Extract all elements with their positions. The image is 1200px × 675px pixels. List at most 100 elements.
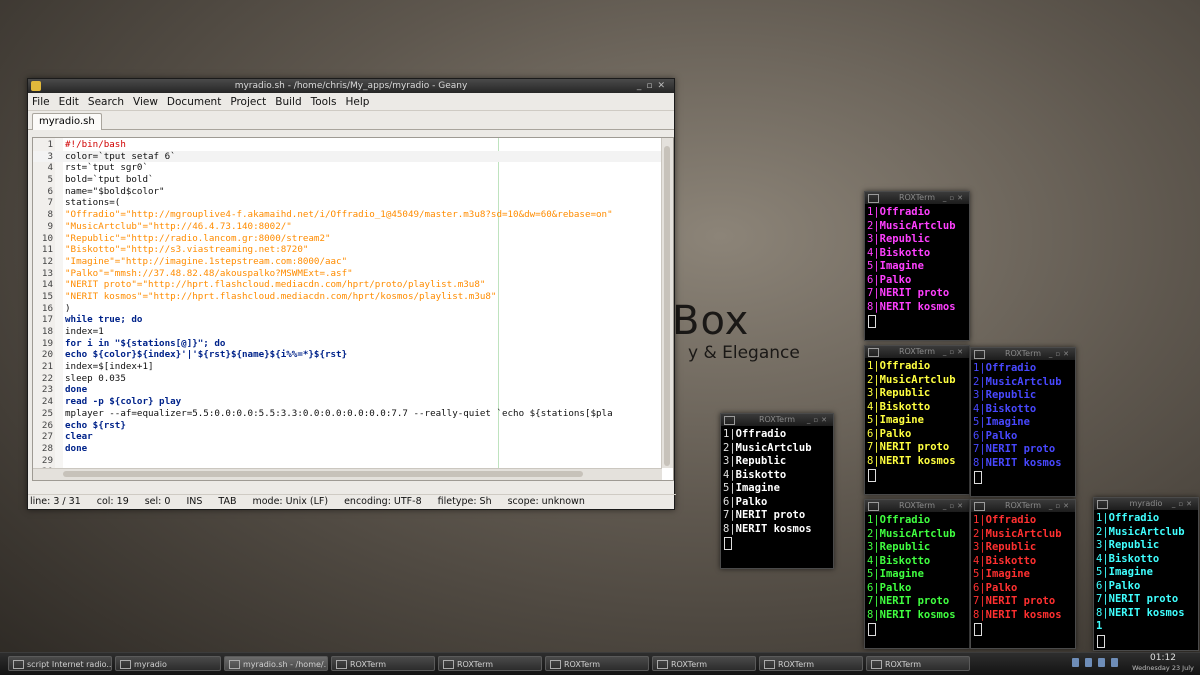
task-item-roxterm-5[interactable]: ROXTerm	[759, 656, 863, 671]
terminal-output[interactable]: 1|Offradio 2|MusicArtclub 3|Republic 4|Bisk…	[971, 360, 1075, 484]
code-line[interactable]: 27 clear	[33, 431, 673, 443]
terminal-cursor	[974, 623, 982, 636]
task-item-roxterm-3[interactable]: ROXTerm	[545, 656, 649, 671]
code-line[interactable]: 26 echo ${rst}	[33, 420, 673, 432]
menu-file[interactable]: File	[32, 96, 50, 108]
tab-myradio[interactable]: myradio.sh	[32, 113, 102, 130]
terminal-titlebar[interactable]: ROXTerm _▫✕	[865, 346, 969, 358]
code-line[interactable]: 11 "Biskotto"="http://s3.viastreaming.net…	[33, 244, 673, 256]
code-line[interactable]: 14 "NERIT proto"="http://hprt.flashcloud.…	[33, 279, 673, 291]
terminal-titlebar[interactable]: ROXTerm _▫✕	[865, 192, 969, 204]
code-line[interactable]: 16)	[33, 303, 673, 315]
terminal-titlebar[interactable]: ROXTerm _▫✕	[971, 500, 1075, 512]
menu-search[interactable]: Search	[88, 96, 124, 108]
menu-project[interactable]: Project	[230, 96, 266, 108]
window-controls[interactable]: _▫✕	[943, 500, 966, 512]
code-line[interactable]: 3 color=`tput setaf 6`	[33, 150, 673, 163]
horizontal-scrollbar[interactable]	[33, 468, 662, 480]
code-line[interactable]: 5 bold=`tput bold`	[33, 174, 673, 186]
task-item-roxterm-4[interactable]: ROXTerm	[652, 656, 756, 671]
station-entry: 1|Offradio	[973, 514, 1073, 528]
line-number: 21	[41, 361, 53, 373]
clock[interactable]: 01:12 Wednesday 23 July	[1132, 653, 1194, 673]
code-line[interactable]: 24 read -p ${color} play	[33, 396, 673, 408]
terminal-titlebar[interactable]: ROXTerm _▫✕	[971, 348, 1075, 360]
code-line[interactable]: 28 done	[33, 443, 673, 455]
terminal-titlebar[interactable]: ROXTerm _▫✕	[721, 414, 833, 426]
terminal-output[interactable]: 1|Offradio 2|MusicArtclub 3|Republic 4|Bisk…	[865, 204, 969, 328]
task-item-roxterm-2[interactable]: ROXTerm	[438, 656, 542, 671]
code-text: bold=`tput bold`	[65, 174, 154, 186]
terminal-window-magenta[interactable]: ROXTerm _▫✕ 1|Offradio 2|MusicArtclub 3|Repu…	[864, 191, 970, 341]
terminal-window-white[interactable]: ROXTerm _▫✕ 1|Offradio 2|MusicArtclub 3|Repu…	[720, 413, 834, 569]
terminal-output[interactable]: 1|Offradio 2|MusicArtclub 3|Republic 4|Bisk…	[971, 512, 1075, 636]
window-controls[interactable]: _▫✕	[1049, 348, 1072, 360]
terminal-window-red[interactable]: ROXTerm _▫✕ 1|Offradio 2|MusicArtclub 3|Repu…	[970, 499, 1076, 649]
task-item-roxterm-6[interactable]: ROXTerm	[866, 656, 970, 671]
terminal-window-yellow[interactable]: ROXTerm _▫✕ 1|Offradio 2|MusicArtclub 3|Repu…	[864, 345, 970, 495]
terminal-window-green[interactable]: ROXTerm _▫✕ 1|Offradio 2|MusicArtclub 3|Repu…	[864, 499, 970, 649]
volume-icon[interactable]	[1111, 658, 1118, 667]
code-line[interactable]: 21 index=$[index+1]	[33, 361, 673, 373]
task-item-internet-radio[interactable]: script Internet radio...	[8, 656, 112, 671]
scroll-thumb[interactable]	[664, 146, 670, 466]
bluetooth-icon[interactable]	[1085, 658, 1092, 667]
task-item-geany[interactable]: myradio.sh - /home/...	[224, 656, 328, 671]
window-controls[interactable]: _▫✕	[637, 79, 670, 93]
terminal-window-blue[interactable]: ROXTerm _▫✕ 1|Offradio 2|MusicArtclub 3|Repu…	[970, 347, 1076, 497]
task-item-roxterm-1[interactable]: ROXTerm	[331, 656, 435, 671]
code-line[interactable]: 7 stations=(	[33, 197, 673, 209]
vertical-scrollbar[interactable]	[661, 138, 673, 468]
task-label: ROXTerm	[350, 660, 387, 669]
code-line[interactable]: 25 mplayer --af=equalizer=5.5:0.0:0.0:5.5…	[33, 408, 673, 420]
code-line[interactable]: 9 "MusicArtclub"="http://46.4.73.140:8002…	[33, 221, 673, 233]
network-icon[interactable]	[1072, 658, 1079, 667]
code-line[interactable]: 18 index=1	[33, 326, 673, 338]
window-controls[interactable]: _▫✕	[943, 346, 966, 358]
window-controls[interactable]: _▫✕	[943, 192, 966, 204]
code-line[interactable]: 22 sleep 0.035	[33, 373, 673, 385]
menu-document[interactable]: Document	[167, 96, 221, 108]
menu-tools[interactable]: Tools	[311, 96, 337, 108]
code-line[interactable]: 1 #!/bin/bash	[33, 139, 673, 151]
terminal-output[interactable]: 1|Offradio 2|MusicArtclub 3|Republic 4|Bisk…	[1094, 510, 1198, 648]
scroll-thumb[interactable]	[63, 471, 583, 477]
menu-edit[interactable]: Edit	[59, 96, 79, 108]
menu-view[interactable]: View	[133, 96, 158, 108]
terminal-titlebar[interactable]: ROXTerm _▫✕	[865, 500, 969, 512]
geany-window[interactable]: myradio.sh - /home/chris/My_apps/myradio…	[27, 78, 676, 510]
battery-icon[interactable]	[1098, 658, 1105, 667]
code-line[interactable]: 8 "Offradio"="http://mgrouplive4-f.akamai…	[33, 209, 673, 221]
code-line[interactable]: 17 while true; do	[33, 314, 673, 326]
terminal-title: ROXTerm	[758, 415, 796, 424]
terminal-window-myradio[interactable]: myradio _▫✕ 1|Offradio 2|MusicArtclub 3|Repu…	[1093, 497, 1199, 651]
code-editor[interactable]: 1 #!/bin/bash 3 color=`tput setaf 6` 4 rst=`t…	[32, 137, 674, 481]
code-line[interactable]: 15 "NERIT kosmos"="http://hprt.flashcloud…	[33, 291, 673, 303]
menu-help[interactable]: Help	[346, 96, 370, 108]
code-line[interactable]: 4 rst=`tput sgr0`	[33, 162, 673, 174]
code-line[interactable]: 12 "Imagine"="http://imagine.1stepstream.…	[33, 256, 673, 268]
terminal-output[interactable]: 1|Offradio 2|MusicArtclub 3|Republic 4|Bisk…	[721, 426, 833, 550]
geany-titlebar[interactable]: myradio.sh - /home/chris/My_apps/myradio…	[28, 79, 674, 93]
code-line[interactable]: 29	[33, 455, 673, 467]
window-controls[interactable]: _▫✕	[1049, 500, 1072, 512]
code-line[interactable]: 6 name="$bold$color"	[33, 186, 673, 198]
code-line[interactable]: 13 "Palko"="mmsh://37.48.82.48/akouspalko…	[33, 268, 673, 280]
station-name: Biskotto	[879, 246, 931, 259]
terminal-output[interactable]: 1|Offradio 2|MusicArtclub 3|Republic 4|Bisk…	[865, 358, 969, 482]
line-number: 24	[41, 396, 53, 408]
code-line[interactable]: 20 echo ${color}${index}'|'${rst}${name}$…	[33, 349, 673, 361]
code-line[interactable]: 23 done	[33, 384, 673, 396]
terminal-output[interactable]: 1|Offradio 2|MusicArtclub 3|Republic 4|Bisk…	[865, 512, 969, 636]
terminal-cursor	[1097, 634, 1105, 648]
line-number: 20	[41, 349, 53, 361]
task-item-myradio[interactable]: myradio	[115, 656, 221, 671]
window-controls[interactable]: _▫✕	[807, 414, 830, 426]
code-line[interactable]: 19 for i in "${stations[@]}"; do	[33, 338, 673, 350]
station-number: 8|	[867, 608, 880, 621]
terminal-titlebar[interactable]: myradio _▫✕	[1094, 498, 1198, 510]
menu-build[interactable]: Build	[275, 96, 301, 108]
station-name: Palko	[985, 581, 1018, 594]
code-line[interactable]: 10 "Republic"="http://radio.lancom.gr:800…	[33, 233, 673, 245]
window-controls[interactable]: _▫✕	[1172, 498, 1195, 510]
